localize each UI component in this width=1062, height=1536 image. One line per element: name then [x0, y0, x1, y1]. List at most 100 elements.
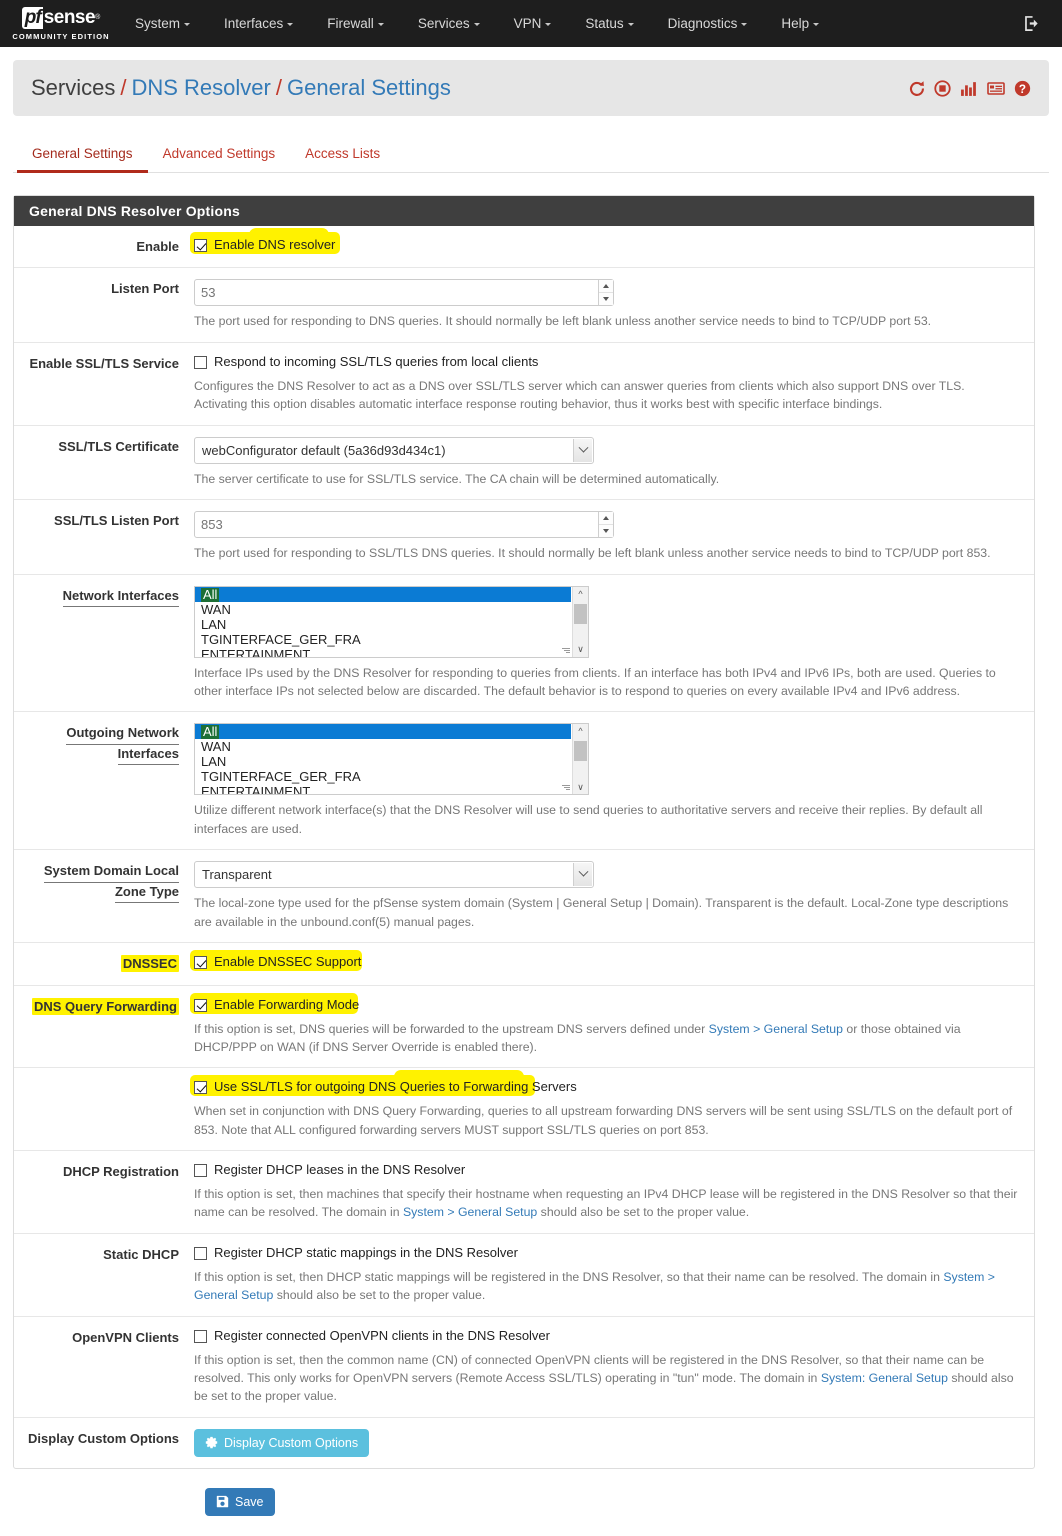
- list-item[interactable]: LAN: [195, 617, 588, 632]
- nav-item-system[interactable]: System: [118, 0, 207, 47]
- chevron-down-icon: [287, 22, 294, 26]
- network-interfaces-listbox[interactable]: All WAN LAN TGINTERFACE_GER_FRA ENTERTAI…: [194, 585, 589, 658]
- list-item[interactable]: TGINTERFACE_GER_FRA: [195, 769, 588, 784]
- help-network-interfaces: Interface IPs used by the DNS Resolver f…: [194, 665, 996, 698]
- respond-ssl-tls-checkbox[interactable]: [194, 355, 207, 369]
- label-ssl-tls-listen-port: SSL/TLS Listen Port: [54, 513, 179, 529]
- stop-service-icon[interactable]: [934, 79, 951, 97]
- respond-ssl-tls-control[interactable]: Respond to incoming SSL/TLS queries from…: [194, 354, 1018, 371]
- system-domain-local-zone-type-select[interactable]: Transparent: [194, 861, 594, 889]
- label-dnssec: DNSSEC: [14, 954, 194, 973]
- label-enable-ssl-tls-service: Enable SSL/TLS Service: [29, 355, 179, 371]
- chevron-down-icon: [813, 22, 820, 26]
- help-icon[interactable]: ?: [1014, 80, 1031, 97]
- scrollbar-thumb[interactable]: [574, 603, 587, 624]
- scroll-up-icon[interactable]: ^: [573, 587, 589, 601]
- nav-item-interfaces[interactable]: Interfaces: [207, 0, 310, 47]
- nav-item-status-label: Status: [585, 16, 624, 31]
- link-system-general-setup[interactable]: System > General Setup: [709, 1022, 843, 1036]
- pfsense-brand-logo[interactable]: pf sense ® COMMUNITY EDITION: [0, 0, 118, 47]
- brand-sense-text: sense: [43, 7, 96, 28]
- scroll-up-icon[interactable]: ^: [573, 724, 589, 738]
- nav-item-vpn[interactable]: VPN: [497, 0, 569, 47]
- openvpn-clients-checkbox[interactable]: [194, 1329, 207, 1343]
- list-item[interactable]: ENTERTAINMENT: [195, 647, 588, 657]
- field-row-dhcp-registration: DHCP Registration Register DHCP leases i…: [14, 1151, 1034, 1234]
- enable-dns-resolver-checkbox[interactable]: [194, 239, 207, 252]
- breadcrumb-dns-resolver[interactable]: DNS Resolver: [131, 75, 270, 101]
- list-item[interactable]: TGINTERFACE_GER_FRA: [195, 632, 588, 647]
- help-dns-query-forwarding-pre: If this option is set, DNS queries will …: [194, 1021, 709, 1036]
- field-row-dnssec: DNSSEC Enable DNSSEC Support: [14, 943, 1034, 986]
- listbox-scrollbar[interactable]: ^ ∨: [572, 724, 589, 795]
- save-button[interactable]: Save: [205, 1487, 275, 1516]
- status-chart-icon[interactable]: [960, 80, 978, 97]
- ssl-tls-listen-port-stepper[interactable]: [194, 511, 614, 539]
- list-item[interactable]: WAN: [195, 739, 588, 754]
- label-use-ssl-tls-forwarding: [14, 1079, 194, 1139]
- list-item[interactable]: ENTERTAINMENT: [195, 784, 588, 795]
- nav-item-firewall[interactable]: Firewall: [310, 0, 401, 47]
- list-item[interactable]: LAN: [195, 754, 588, 769]
- scrollbar-thumb[interactable]: [574, 741, 587, 762]
- help-openvpn-clients: If this option is set, then the common n…: [194, 1351, 1018, 1406]
- label-system-domain-zone-line2: Zone Type: [114, 883, 179, 904]
- listen-port-spinner[interactable]: [598, 280, 613, 306]
- dhcp-registration-control[interactable]: Register DHCP leases in the DNS Resolver: [194, 1162, 1018, 1179]
- resize-grip-icon[interactable]: [561, 784, 570, 793]
- listen-port-stepper[interactable]: [194, 279, 614, 307]
- nav-item-services-label: Services: [417, 16, 470, 31]
- breadcrumb-general-settings[interactable]: General Settings: [287, 75, 451, 101]
- display-custom-options-button[interactable]: Display Custom Options: [194, 1428, 370, 1457]
- use-ssl-tls-forwarding-control[interactable]: Use SSL/TLS for outgoing DNS Queries to …: [190, 1070, 1018, 1097]
- static-dhcp-checkbox[interactable]: [194, 1246, 207, 1260]
- chevron-down-icon: [473, 22, 480, 26]
- list-item[interactable]: [195, 724, 571, 740]
- restart-service-icon[interactable]: [908, 80, 925, 97]
- nav-item-status[interactable]: Status: [568, 0, 650, 47]
- help-dns-query-forwarding: If this option is set, DNS queries will …: [194, 1020, 1018, 1057]
- help-dhcp-registration: If this option is set, then machines tha…: [194, 1185, 1018, 1222]
- nav-item-diagnostics[interactable]: Diagnostics: [651, 0, 765, 47]
- nav-item-system-label: System: [135, 16, 181, 31]
- chevron-down-icon: [545, 22, 552, 26]
- tab-advanced-settings[interactable]: Advanced Settings: [148, 138, 291, 173]
- listbox-scrollbar[interactable]: ^ ∨: [572, 586, 589, 657]
- dhcp-registration-checkbox[interactable]: [194, 1164, 207, 1178]
- use-ssl-tls-forwarding-label: Use SSL/TLS for outgoing DNS Queries to …: [214, 1079, 577, 1095]
- help-system-domain-local-zone-type: The local-zone type used for the pfSense…: [194, 896, 1009, 929]
- use-ssl-tls-forwarding-checkbox[interactable]: [194, 1081, 207, 1095]
- forwarding-mode-label: Enable Forwarding Mode: [214, 996, 360, 1012]
- scroll-down-icon[interactable]: ∨: [573, 643, 589, 657]
- spinner-down-icon[interactable]: [599, 525, 613, 537]
- ssl-tls-certificate-select[interactable]: webConfigurator default (5a36d93d434c1): [194, 436, 594, 464]
- list-item[interactable]: [195, 586, 571, 602]
- forwarding-mode-control[interactable]: Enable Forwarding Mode: [190, 992, 1018, 1014]
- nav-item-help[interactable]: Help: [764, 0, 836, 47]
- tab-general-settings[interactable]: General Settings: [17, 138, 148, 173]
- ssl-tls-listen-port-spinner[interactable]: [598, 512, 613, 538]
- outgoing-network-interfaces-listbox[interactable]: All WAN LAN TGINTERFACE_GER_FRA ENTERTAI…: [194, 723, 589, 796]
- forwarding-mode-checkbox[interactable]: [194, 998, 207, 1012]
- resize-grip-icon[interactable]: [561, 647, 570, 656]
- link-system-general-setup[interactable]: System > General Setup: [403, 1205, 537, 1219]
- listen-port-input[interactable]: [194, 279, 614, 307]
- static-dhcp-control[interactable]: Register DHCP static mappings in the DNS…: [194, 1245, 1018, 1262]
- log-icon[interactable]: [987, 80, 1005, 97]
- link-system-general-setup[interactable]: System: General Setup: [821, 1371, 948, 1385]
- dnssec-control[interactable]: Enable DNSSEC Support: [190, 950, 1018, 972]
- tab-access-lists[interactable]: Access Lists: [290, 138, 395, 173]
- logout-button[interactable]: [1023, 0, 1040, 47]
- list-item[interactable]: WAN: [195, 602, 588, 617]
- dnssec-checkbox[interactable]: [194, 956, 207, 970]
- spinner-up-icon[interactable]: [599, 280, 613, 294]
- panel-body: Enable Enable DNS resolver Listen Port 5…: [14, 226, 1034, 1468]
- nav-item-services[interactable]: Services: [401, 0, 497, 47]
- spinner-up-icon[interactable]: [599, 512, 613, 526]
- openvpn-clients-control[interactable]: Register connected OpenVPN clients in th…: [194, 1328, 1018, 1345]
- ssl-tls-listen-port-input[interactable]: [194, 511, 614, 539]
- scroll-down-icon[interactable]: ∨: [573, 780, 589, 794]
- enable-dns-resolver-control[interactable]: Enable DNS resolver: [190, 228, 1018, 254]
- label-system-domain-local-zone-type: System Domain Local Zone Type: [14, 861, 194, 931]
- spinner-down-icon[interactable]: [599, 293, 613, 305]
